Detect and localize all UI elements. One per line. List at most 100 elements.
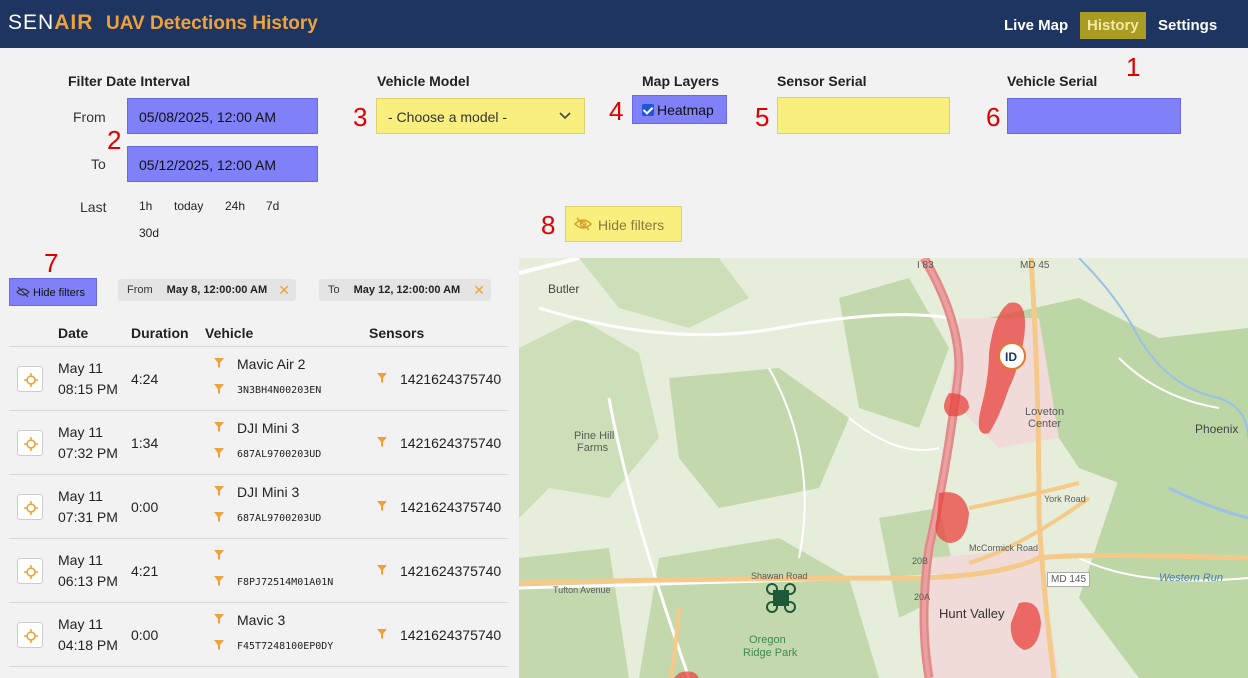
vehicle-model-select[interactable]: - Choose a model - (376, 98, 585, 134)
row-vehicle-serial: 687AL9700203UD (237, 449, 322, 460)
from-date-input[interactable]: 05/08/2025, 12:00 AM (127, 98, 318, 134)
row-date: May 11 (58, 424, 103, 440)
locate-button[interactable] (17, 366, 43, 392)
to-filter-chip: To May 12, 12:00:00 AM ✕ (319, 279, 491, 301)
row-sensor: 1421624375740 (400, 499, 502, 515)
hide-filters-button[interactable]: Hide filters (565, 206, 682, 242)
row-sensor: 1421624375740 (400, 371, 502, 387)
from-filter-chip: From May 8, 12:00:00 AM ✕ (118, 279, 296, 301)
heatmap-checkbox[interactable] (642, 104, 654, 116)
quick-range-1h[interactable]: 1h (139, 199, 152, 213)
map-label-mccormick-road: McCormick Road (969, 543, 1039, 553)
column-header-date[interactable]: Date (58, 325, 88, 341)
callout-6: 6 (986, 102, 1001, 132)
row-date: May 11 (58, 616, 103, 632)
map-label-butler: Butler (548, 282, 580, 296)
quick-range-30d[interactable]: 30d (139, 226, 159, 240)
map-label-hunt-valley: Hunt Valley (939, 606, 1005, 621)
sensor-serial-input[interactable] (777, 97, 950, 134)
crosshair-icon (24, 629, 38, 643)
map-label-ridge-park: Ridge Park (743, 647, 798, 659)
hide-filters-small-button[interactable]: Hide filters (9, 278, 97, 306)
table-row[interactable]: May 11 04:18 PM 0:00 Mavic 3 F45T7248100EP0D… (9, 603, 508, 667)
eye-slash-icon (574, 217, 592, 231)
row-duration: 0:00 (131, 627, 159, 643)
nav-settings[interactable]: Settings (1151, 12, 1224, 39)
nav-live-map[interactable]: Live Map (997, 12, 1075, 39)
eye-slash-icon (16, 286, 30, 298)
row-vehicle-model: DJI Mini 3 (237, 484, 300, 500)
row-sensor: 1421624375740 (400, 563, 502, 579)
row-vehicle-serial: 3N3BH4N00203EN (237, 385, 322, 396)
row-vehicle-serial: F45T7248100EP0DY (237, 641, 334, 652)
row-vehicle-model: DJI Mini 3 (237, 420, 300, 436)
row-vehicle-model: Mavic Air 2 (237, 356, 306, 372)
row-vehicle-serial: F8PJ72514M01A01N (237, 577, 334, 588)
row-duration: 1:34 (131, 435, 159, 451)
map-label-western-run: Western Run (1159, 572, 1223, 584)
map-label-pine-hill: Pine Hill (574, 430, 615, 442)
crosshair-icon (24, 565, 38, 579)
map-label-i83: I 83 (917, 260, 934, 271)
quick-range-7d[interactable]: 7d (266, 199, 279, 213)
map-view[interactable]: ID Butler I 83 MD 45 Pine Hill Farms Lov… (519, 258, 1248, 678)
chevron-down-icon (559, 112, 571, 120)
chip-to-value: May 12, 12:00:00 AM (353, 284, 461, 296)
chip-from-value: May 8, 12:00:00 AM (166, 284, 268, 296)
close-icon[interactable]: ✕ (278, 282, 290, 299)
nav-history[interactable]: History (1080, 12, 1146, 39)
locate-button[interactable] (17, 430, 43, 456)
heatmap-toggle[interactable]: Heatmap (632, 95, 727, 124)
chip-from-label: From (127, 284, 153, 296)
callout-7: 7 (44, 248, 59, 278)
to-date-input[interactable]: 05/12/2025, 12:00 AM (127, 146, 318, 182)
map-label-md145: MD 145 (1047, 572, 1091, 587)
close-icon[interactable]: ✕ (473, 282, 485, 299)
table-row[interactable]: May 11 08:15 PM 4:24 Mavic Air 2 3N3BH4N0020… (9, 347, 508, 411)
table-row[interactable]: May 11 06:13 PM 4:21 F8PJ72514M01A01N 142162… (9, 539, 508, 603)
callout-3: 3 (353, 102, 368, 132)
row-date: May 11 (58, 488, 103, 504)
locate-button[interactable] (17, 622, 43, 648)
map-label-farms: Farms (577, 442, 609, 454)
quick-range-today[interactable]: today (174, 199, 203, 213)
table-row[interactable]: May 11 07:31 PM 0:00 DJI Mini 3 687AL9700203… (9, 475, 508, 539)
logo-text-main: SEN (8, 11, 55, 34)
map-canvas: ID (519, 258, 1248, 678)
map-label-center: Center (1028, 418, 1062, 430)
row-duration: 4:24 (131, 371, 159, 387)
date-interval-label: Filter Date Interval (68, 73, 191, 89)
table-row[interactable]: May 11 07:32 PM 1:34 DJI Mini 3 687AL9700203… (9, 411, 508, 475)
senair-logo[interactable]: SENAIR (8, 11, 93, 35)
vehicle-model-label: Vehicle Model (377, 73, 470, 89)
quick-range-24h[interactable]: 24h (225, 199, 245, 213)
column-header-vehicle[interactable]: Vehicle (205, 325, 253, 341)
row-date: May 11 (58, 552, 103, 568)
sensor-serial-label: Sensor Serial (777, 73, 867, 89)
row-duration: 0:00 (131, 499, 159, 515)
svg-text:ID: ID (1005, 350, 1017, 364)
row-time: 08:15 PM (58, 381, 118, 397)
from-label: From (73, 109, 106, 125)
column-header-duration[interactable]: Duration (131, 325, 189, 341)
map-layers-label: Map Layers (642, 73, 720, 89)
page-title: UAV Detections History (106, 13, 318, 34)
map-label-exit-20a: 20A (914, 592, 931, 602)
row-sensor: 1421624375740 (400, 627, 502, 643)
hide-filters-small-label: Hide filters (33, 287, 85, 299)
logo-text-accent: AIR (54, 11, 94, 34)
table-divider (9, 666, 508, 667)
vehicle-serial-input[interactable] (1007, 98, 1181, 134)
last-label: Last (80, 199, 107, 215)
row-vehicle-model: Mavic 3 (237, 612, 286, 628)
map-label-oregon: Oregon (749, 634, 786, 646)
column-header-sensors[interactable]: Sensors (369, 325, 424, 341)
vehicle-model-selected: - Choose a model - (388, 109, 508, 125)
locate-button[interactable] (17, 558, 43, 584)
callout-8: 8 (541, 210, 556, 240)
row-time: 07:31 PM (58, 509, 118, 525)
callout-5: 5 (755, 102, 770, 132)
locate-button[interactable] (17, 494, 43, 520)
to-label: To (91, 156, 106, 172)
row-duration: 4:21 (131, 563, 159, 579)
